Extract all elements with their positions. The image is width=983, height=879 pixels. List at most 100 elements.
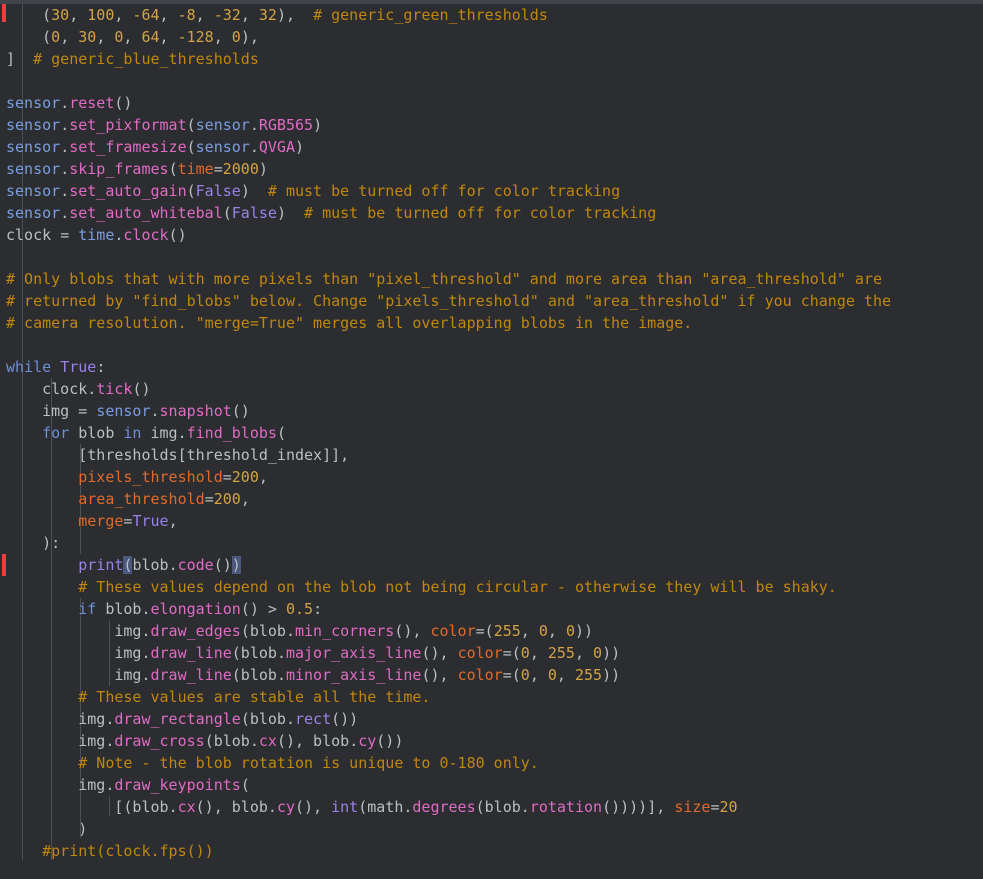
token-punc: ): [240, 182, 268, 200]
token-punc: (: [186, 138, 196, 156]
token-punc: :: [96, 358, 106, 376]
token-punc: ,: [240, 6, 259, 24]
token-builtin: rect: [295, 710, 332, 728]
token-number: 0: [51, 28, 61, 46]
code-line[interactable]: ): [0, 818, 983, 840]
token-number: 30: [78, 28, 97, 46]
token-method: cy: [358, 732, 377, 750]
code-line[interactable]: img.draw_keypoints(: [0, 774, 983, 796]
token-plain: blob: [105, 600, 142, 618]
token-method: set_auto_gain: [69, 182, 187, 200]
token-kwarg: size: [674, 798, 711, 816]
token-kwarg: color: [457, 644, 503, 662]
code-line[interactable]: [thresholds[threshold_index]],: [0, 444, 983, 466]
code-line[interactable]: clock = time.clock(): [0, 224, 983, 246]
code-line[interactable]: (30, 100, -64, -8, -32, 32), # generic_g…: [0, 4, 983, 26]
token-punc: .: [285, 710, 295, 728]
token-plain: clock: [6, 226, 61, 244]
code-line[interactable]: img.draw_cross(blob.cx(), blob.cy()): [0, 730, 983, 752]
token-punc: (math: [358, 798, 404, 816]
token-punc: .: [249, 732, 259, 750]
code-line[interactable]: sensor.reset(): [0, 92, 983, 114]
vcs-change-marker[interactable]: [2, 554, 6, 576]
code-line[interactable]: # Only blobs that with more pixels than …: [0, 268, 983, 290]
code-line[interactable]: merge=True,: [0, 510, 983, 532]
code-editor[interactable]: (30, 100, -64, -8, -32, 32), # generic_g…: [0, 0, 983, 879]
token-method: min_corners: [295, 622, 395, 640]
code-line[interactable]: while True:: [0, 356, 983, 378]
code-line[interactable]: area_threshold=200,: [0, 488, 983, 510]
code-line[interactable]: clock.tick(): [0, 378, 983, 400]
token-number: 30: [51, 6, 70, 24]
token-punc: ,: [520, 622, 539, 640]
token-punc: .: [150, 402, 160, 420]
token-ident: sensor: [195, 138, 250, 156]
code-line[interactable]: for blob in img.find_blobs(: [0, 422, 983, 444]
token-number: 200: [213, 490, 241, 508]
code-line[interactable]: sensor.set_auto_whitebal(False) # must b…: [0, 202, 983, 224]
token-punc: ()): [376, 732, 404, 750]
code-content[interactable]: (30, 100, -64, -8, -32, 32), # generic_g…: [0, 4, 983, 862]
token-number: 255: [574, 666, 603, 684]
code-line[interactable]: ] # generic_blue_thresholds: [0, 48, 983, 70]
code-line[interactable]: sensor.set_auto_gain(False) # must be tu…: [0, 180, 983, 202]
token-punc: =(: [475, 622, 494, 640]
token-const: False: [231, 204, 277, 222]
token-punc: ,: [529, 644, 548, 662]
token-plain: img: [6, 776, 106, 794]
code-line[interactable]: print(blob.code()): [0, 554, 983, 576]
code-line[interactable]: img = sensor.snapshot(): [0, 400, 983, 422]
token-punc: :: [313, 600, 323, 618]
token-method: degrees: [412, 798, 476, 816]
code-line[interactable]: if blob.elongation() > 0.5:: [0, 598, 983, 620]
token-punc: =: [222, 468, 232, 486]
code-line[interactable]: (0, 30, 0, 64, -128, 0),: [0, 26, 983, 48]
code-line[interactable]: [0, 246, 983, 268]
code-line[interactable]: # These values depend on the blob not be…: [0, 576, 983, 598]
token-number: 0: [565, 622, 575, 640]
code-line[interactable]: img.draw_line(blob.major_axis_line(), co…: [0, 642, 983, 664]
code-line[interactable]: # These values are stable all the time.: [0, 686, 983, 708]
code-line[interactable]: [(blob.cx(), blob.cy(), int(math.degrees…: [0, 796, 983, 818]
token-punc: ,: [258, 468, 268, 486]
token-punc: .: [141, 622, 151, 640]
token-number: 255: [547, 644, 575, 662]
token-punc: ,: [123, 28, 142, 46]
token-brace-hl: ): [231, 556, 241, 574]
code-line[interactable]: pixels_threshold=200,: [0, 466, 983, 488]
token-method: draw_line: [150, 666, 232, 684]
token-number: 100: [87, 6, 115, 24]
token-builtin: int: [331, 798, 359, 816]
token-punc: (),: [394, 622, 431, 640]
code-line[interactable]: # Note - the blob rotation is unique to …: [0, 752, 983, 774]
token-punc: .: [267, 798, 277, 816]
token-punc: [(blob: [6, 798, 169, 816]
token-plain: blob: [132, 556, 169, 574]
token-kwarg: color: [457, 666, 503, 684]
token-punc: (: [222, 204, 232, 222]
token-punc: ,: [574, 644, 594, 662]
token-punc: )): [602, 666, 621, 684]
code-line[interactable]: ):: [0, 532, 983, 554]
code-line[interactable]: img.draw_edges(blob.min_corners(), color…: [0, 620, 983, 642]
token-punc: (: [6, 6, 52, 24]
token-punc: =(: [502, 666, 521, 684]
code-line[interactable]: # returned by "find_blobs" below. Change…: [0, 290, 983, 312]
token-punc: =: [204, 490, 214, 508]
code-line[interactable]: img.draw_rectangle(blob.rect()): [0, 708, 983, 730]
code-line[interactable]: #print(clock.fps()): [0, 840, 983, 862]
code-line[interactable]: sensor.skip_frames(time=2000): [0, 158, 983, 180]
token-punc: ,: [60, 28, 79, 46]
token-comment: #print(clock.fps()): [42, 842, 214, 860]
code-line[interactable]: sensor.set_pixformat(sensor.RGB565): [0, 114, 983, 136]
code-line[interactable]: img.draw_line(blob.minor_axis_line(), co…: [0, 664, 983, 686]
code-line[interactable]: sensor.set_framesize(sensor.QVGA): [0, 136, 983, 158]
token-keyword: if: [78, 600, 106, 618]
token-method: minor_axis_line: [285, 666, 422, 684]
code-line[interactable]: [0, 334, 983, 356]
code-line[interactable]: # camera resolution. "merge=True" merges…: [0, 312, 983, 334]
code-line[interactable]: [0, 70, 983, 92]
token-ident: time: [78, 226, 115, 244]
